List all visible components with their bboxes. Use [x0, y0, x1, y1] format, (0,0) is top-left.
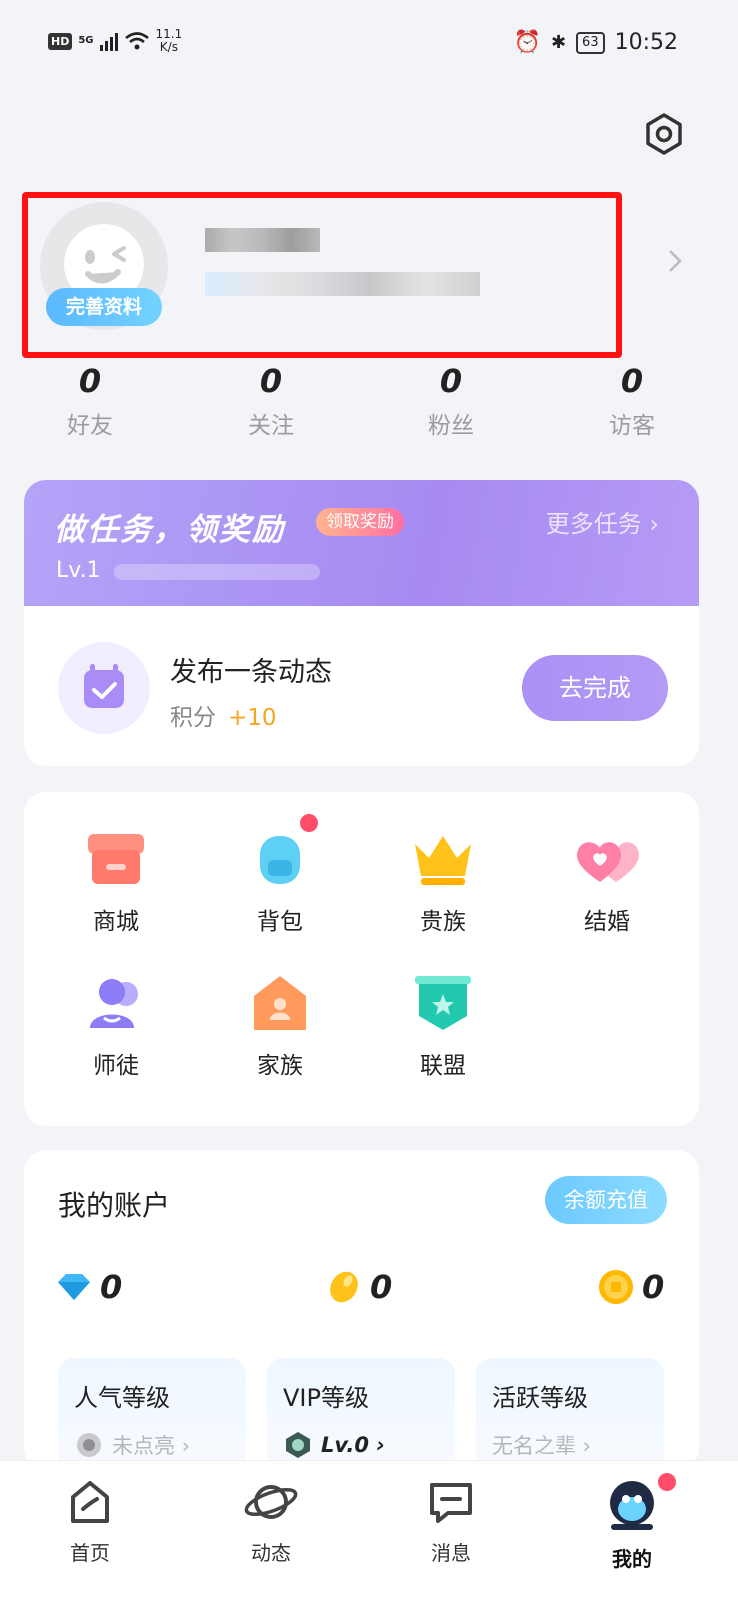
tab-messages[interactable]: 消息 [391, 1477, 511, 1566]
bluetooth-icon: ✱ [550, 32, 567, 53]
grid-item-alliance[interactable]: 联盟 [383, 974, 503, 1080]
highlight-box [22, 192, 622, 358]
grid-item-nobility[interactable]: 贵族 [383, 830, 503, 936]
tab-label: 消息 [431, 1541, 471, 1565]
backpack-icon [260, 836, 300, 884]
grid-item-label: 贵族 [420, 909, 466, 935]
level-sub: 未点亮 › [112, 1434, 191, 1458]
diamond-icon [58, 1274, 90, 1300]
grid-item-backpack[interactable]: 背包 [220, 830, 340, 936]
grid-item-label: 家族 [257, 1053, 303, 1079]
task-level: Lv.1 [56, 558, 101, 583]
stat-visitors[interactable]: 0 访客 [572, 362, 692, 440]
hd-badge: HD [48, 32, 73, 50]
balance-value: 0 [370, 1268, 393, 1306]
tab-feed[interactable]: 动态 [211, 1477, 331, 1566]
bottom-tab-bar: 首页 动态 消息 我的 [0, 1460, 738, 1601]
stat-label: 关注 [248, 413, 294, 439]
level-title: 活跃等级 [492, 1384, 588, 1412]
task-score: 积分 +10 [170, 705, 277, 731]
level-progress-bar [114, 564, 320, 580]
bean-icon [330, 1271, 358, 1303]
hearts-icon [576, 842, 640, 882]
mascot-icon [610, 1481, 654, 1530]
calendar-icon [58, 642, 150, 734]
grid-item-family[interactable]: 家族 [220, 974, 340, 1080]
balance-value: 0 [642, 1268, 665, 1306]
score-value: +10 [228, 705, 277, 731]
signal-icon [99, 31, 118, 51]
coin-icon [599, 1270, 633, 1304]
stat-value: 0 [439, 362, 463, 400]
stat-value: 0 [78, 362, 102, 400]
network-speed: 11.1 K/s [155, 27, 183, 54]
balance-coin[interactable]: 0 [598, 1268, 664, 1306]
stats-row: 0 好友 0 关注 0 粉丝 0 访客 [0, 362, 738, 452]
task-card: 做任务，领奖励 领取奖励 更多任务 › Lv.1 发布一条动态 积分 +10 去完… [24, 480, 699, 766]
settings-icon[interactable] [642, 112, 686, 156]
function-grid: 商城 背包 贵族 结婚 师徒 家族 联盟 [24, 792, 699, 1126]
stat-fans[interactable]: 0 粉丝 [391, 362, 511, 440]
recharge-button[interactable]: 余额充值 [545, 1176, 667, 1224]
chevron-right-icon[interactable] [666, 248, 684, 274]
grid-item-label: 结婚 [584, 909, 630, 935]
clock: 10:52 [614, 30, 678, 55]
crown-icon [415, 836, 471, 885]
home-icon [71, 1481, 109, 1523]
tab-home[interactable]: 首页 [30, 1477, 150, 1566]
tab-label: 动态 [251, 1541, 291, 1565]
mentor-icon [90, 979, 138, 1028]
more-tasks-link[interactable]: 更多任务 › [546, 504, 659, 539]
tab-label: 首页 [70, 1541, 110, 1565]
signal-type: 5G [78, 35, 94, 46]
level-title: 人气等级 [74, 1384, 170, 1412]
level-title: VIP等级 [283, 1384, 369, 1412]
grid-item-mentor[interactable]: 师徒 [56, 974, 176, 1080]
shop-icon [88, 834, 144, 884]
vip-badge-icon [286, 1432, 310, 1458]
notification-dot [300, 814, 318, 832]
stat-following[interactable]: 0 关注 [211, 362, 331, 440]
status-bar: HD 5G 11.1 K/s ⏰ ✱ 63 10:52 [0, 0, 738, 84]
balance-diamond[interactable]: 0 [56, 1268, 122, 1306]
grid-item-label: 商城 [93, 909, 139, 935]
task-title: 做任务，领奖励 [54, 512, 285, 548]
claim-reward-tag[interactable]: 领取奖励 [316, 508, 404, 536]
notification-dot [658, 1473, 676, 1491]
account-card: 我的账户 余额充值 0 0 0 人气等级 未点亮 › VIP等级 Lv.0 › … [24, 1150, 699, 1478]
complete-task-button[interactable]: 去完成 [522, 655, 668, 721]
grid-item-label: 联盟 [420, 1053, 466, 1079]
stat-value: 0 [620, 362, 644, 400]
planet-icon [244, 1485, 298, 1519]
gear-badge-icon [77, 1433, 101, 1457]
grid-item-label: 背包 [257, 909, 303, 935]
stat-friends[interactable]: 0 好友 [30, 362, 150, 440]
account-title: 我的账户 [58, 1189, 171, 1222]
level-sub: 无名之辈 › [492, 1434, 592, 1458]
level-sub: Lv.0 › [321, 1433, 385, 1457]
balance-bean[interactable]: 0 [326, 1268, 392, 1306]
task-header: 做任务，领奖励 领取奖励 更多任务 › Lv.1 [24, 480, 699, 606]
grid-item-marriage[interactable]: 结婚 [547, 830, 667, 936]
stat-value: 0 [259, 362, 283, 400]
stat-label: 访客 [609, 413, 655, 439]
message-icon [430, 1483, 472, 1523]
tab-mine[interactable]: 我的 [572, 1477, 692, 1572]
task-name: 发布一条动态 [170, 657, 332, 688]
stat-label: 好友 [67, 413, 113, 439]
grid-item-label: 师徒 [93, 1053, 139, 1079]
tab-label: 我的 [612, 1547, 652, 1571]
battery-icon: 63 [576, 31, 605, 54]
grid-item-shop[interactable]: 商城 [56, 830, 176, 936]
alarm-icon: ⏰ [513, 30, 541, 55]
alliance-shield-icon [415, 976, 471, 1030]
stat-label: 粉丝 [428, 413, 474, 439]
family-icon [254, 976, 306, 1030]
wifi-icon [124, 32, 149, 50]
balance-value: 0 [100, 1268, 123, 1306]
